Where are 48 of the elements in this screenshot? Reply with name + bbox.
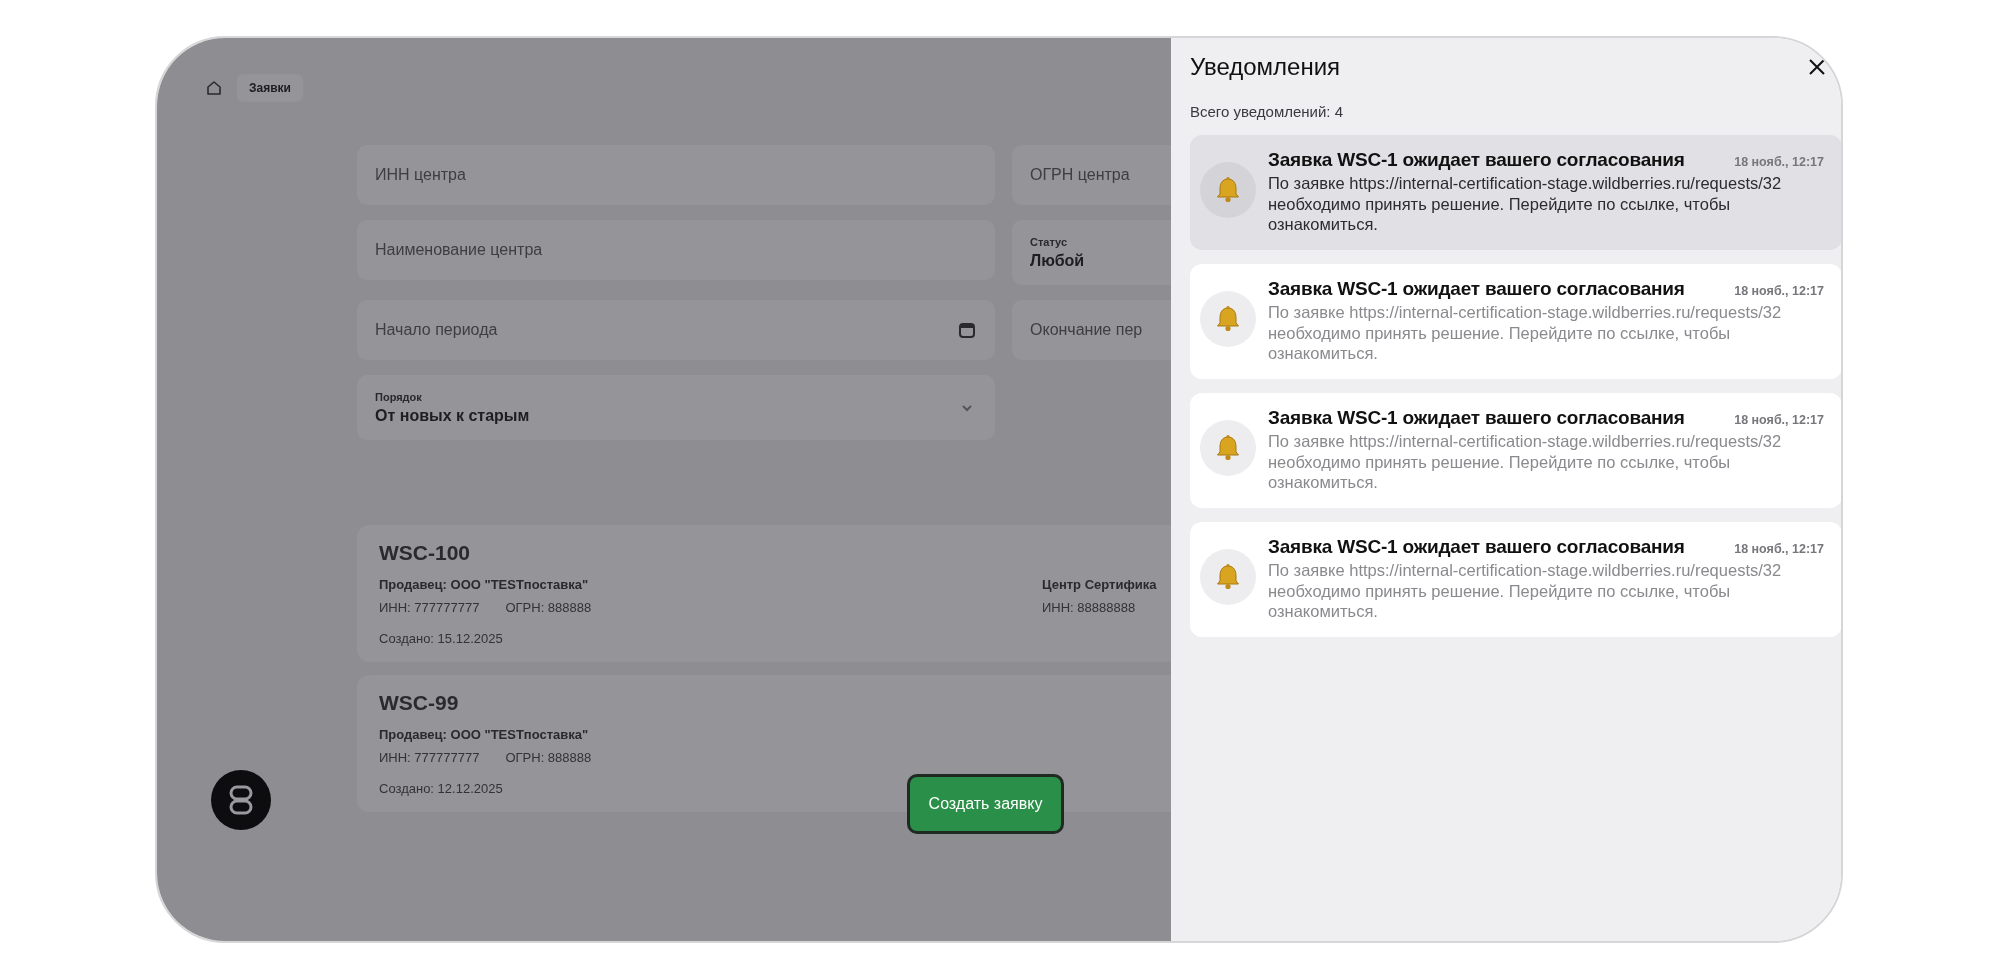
notification-title: Заявка WSC-1 ожидает вашего согласования — [1268, 278, 1685, 300]
request-id: WSC-99 — [379, 691, 460, 715]
inn-text: ИНН: 88888888 — [1042, 600, 1136, 615]
inn-text: ИНН: 777777777 — [379, 600, 480, 615]
notification-card[interactable]: Заявка WSC-1 ожидает вашего согласования 18 нояб., 12:17 По заявке https://internal-certification-stage.wildberries.ru/requests/32 необходимо принять решение. Перейдите по ссылке, чтобы ознакомиться. — [1190, 264, 1841, 379]
ogrn-text: ОГРН: 888888 — [505, 600, 592, 615]
notification-text: По заявке https://internal-certification-stage.wildberries.ru/requests/32 необходимо принять решение. Перейдите по ссылке, чтобы ознакомиться. — [1268, 431, 1783, 493]
request-card[interactable]: WSC-100 Продавец: ООО "TESTпоставка" Центр Сертифика ИНН: 777777777 ОГРН: 888888 ИНН: 88888888 Создано: 15.12.2025 — [357, 525, 1171, 662]
notification-time: 18 нояб., 12:17 — [1734, 284, 1824, 298]
notification-text: По заявке https://internal-certification-stage.wildberries.ru/requests/32 необходимо принять решение. Перейдите по ссылке, чтобы ознакомиться. — [1268, 302, 1783, 364]
date-field[interactable]: Начало периода — [357, 300, 995, 360]
bell-icon — [1200, 291, 1256, 347]
created-date: Создано: 12.12.2025 — [379, 781, 503, 796]
calendar-icon[interactable] — [957, 320, 977, 340]
notification-title: Заявка WSC-1 ожидает вашего согласования — [1268, 149, 1685, 171]
create-request-button[interactable]: Создать заявку — [907, 774, 1064, 834]
home-icon[interactable] — [205, 79, 223, 97]
notification-card[interactable]: Заявка WSC-1 ожидает вашего согласования 18 нояб., 12:17 По заявке https://internal-certification-stage.wildberries.ru/requests/32 необходимо принять решение. Перейдите по ссылке, чтобы ознакомиться. — [1190, 522, 1841, 637]
breadcrumb-link[interactable]: Заявки — [237, 74, 303, 102]
center-text: Центр Сертифика — [1042, 577, 1158, 592]
input-field[interactable]: ИНН центра — [357, 145, 995, 205]
ogrn-text: ОГРН: 888888 — [505, 750, 592, 765]
bell-icon — [1200, 420, 1256, 476]
notification-card[interactable]: Заявка WSC-1 ожидает вашего согласования 18 нояб., 12:17 По заявке https://internal-certification-stage.wildberries.ru/requests/32 необходимо принять решение. Перейдите по ссылке, чтобы ознакомиться. — [1190, 135, 1841, 250]
seller-text: Продавец: ООО "TESTпоставка" — [379, 577, 590, 592]
input-field[interactable]: Окончание пер — [1012, 300, 1171, 360]
seller-text: Продавец: ООО "TESTпоставка" — [379, 727, 590, 742]
input-field[interactable]: Наименование центра — [357, 220, 995, 280]
notification-text: По заявке https://internal-certification-stage.wildberries.ru/requests/32 необходимо принять решение. Перейдите по ссылке, чтобы ознакомиться. — [1268, 173, 1783, 235]
request-id: WSC-100 — [379, 541, 472, 565]
notification-count: Всего уведомлений: 4 — [1190, 103, 1345, 120]
logo-icon[interactable] — [211, 770, 271, 830]
close-icon[interactable] — [1808, 58, 1826, 76]
select-field[interactable]: Статус Любой — [1012, 220, 1171, 285]
notification-time: 18 нояб., 12:17 — [1734, 542, 1824, 556]
select-field[interactable]: Порядок От новых к старым — [357, 375, 995, 440]
bell-icon — [1200, 549, 1256, 605]
panel-title: Уведомления — [1190, 53, 1341, 81]
notification-time: 18 нояб., 12:17 — [1734, 155, 1824, 169]
input-field[interactable]: ОГРН центра — [1012, 145, 1171, 205]
notification-text: По заявке https://internal-certification-stage.wildberries.ru/requests/32 необходимо принять решение. Перейдите по ссылке, чтобы ознакомиться. — [1268, 560, 1783, 622]
notification-time: 18 нояб., 12:17 — [1734, 413, 1824, 427]
notification-title: Заявка WSC-1 ожидает вашего согласования — [1268, 407, 1685, 429]
bell-icon — [1200, 162, 1256, 218]
created-date: Создано: 15.12.2025 — [379, 631, 503, 646]
inn-text: ИНН: 777777777 — [379, 750, 480, 765]
notification-card[interactable]: Заявка WSC-1 ожидает вашего согласования 18 нояб., 12:17 По заявке https://internal-certification-stage.wildberries.ru/requests/32 необходимо принять решение. Перейдите по ссылке, чтобы ознакомиться. — [1190, 393, 1841, 508]
notification-title: Заявка WSC-1 ожидает вашего согласования — [1268, 536, 1685, 558]
